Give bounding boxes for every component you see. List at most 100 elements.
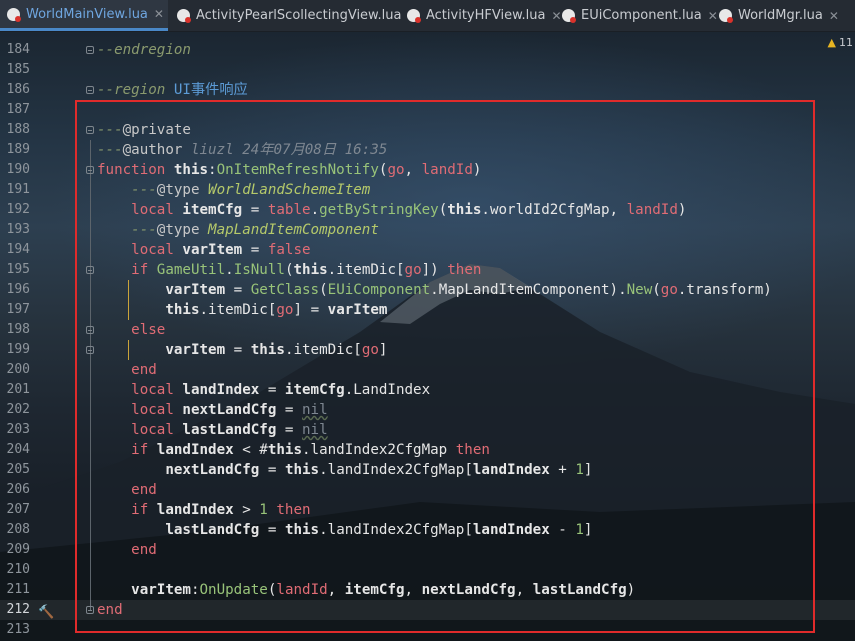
line-number: 188 [6, 122, 30, 137]
fold-toggle-icon[interactable] [86, 46, 94, 54]
code-text: local itemCfg = table.getByStringKey(thi… [97, 200, 686, 220]
line-number: 199 [6, 342, 30, 357]
code-token: this [447, 202, 482, 218]
code-token: varItem [165, 342, 226, 358]
code-token: then [447, 262, 482, 278]
code-line[interactable]: 200 end [0, 360, 855, 380]
code-token: EUiComponent [327, 282, 431, 298]
code-line[interactable]: 193 ---@type MapLandItemComponent [0, 220, 855, 240]
inspection-widget[interactable]: ▲ 11 [828, 36, 853, 49]
fold-toggle-icon[interactable] [86, 266, 94, 274]
code-line[interactable]: 188 ---@private [0, 120, 855, 140]
code-token: lastLandCfg [182, 422, 277, 438]
line-number: 209 [6, 542, 30, 557]
line-number: 210 [6, 562, 30, 577]
fold-toggle-icon[interactable] [86, 86, 94, 94]
code-text: --endregion [97, 40, 191, 60]
code-line[interactable]: 202 local nextLandCfg = nil [0, 400, 855, 420]
code-token: ] [378, 342, 388, 358]
code-text: if landIndex < #this.landIndex2CfgMap th… [97, 440, 490, 460]
code-token: - [549, 522, 576, 538]
line-number: 203 [6, 422, 30, 437]
code-text: end [97, 480, 157, 500]
code-token: nextLandCfg [182, 402, 277, 418]
line-number: 192 [6, 202, 30, 217]
code-line[interactable]: 190 function this:OnItemRefreshNotify(go,… [0, 160, 855, 180]
code-text: varItem = this.itemDic[go] [97, 340, 387, 360]
code-text: local lastLandCfg = nil [97, 420, 327, 440]
code-line[interactable]: 205 nextLandCfg = this.landIndex2CfgMap[… [0, 460, 855, 480]
code-line[interactable]: 185 [0, 60, 855, 80]
code-token: itemCfg [284, 382, 345, 398]
code-token: this [293, 262, 328, 278]
code-line[interactable]: 209 end [0, 540, 855, 560]
code-token: , [404, 162, 422, 178]
code-token: IsNull [233, 262, 285, 278]
code-line[interactable]: 192 local itemCfg = table.getByStringKey… [0, 200, 855, 220]
fold-toggle-icon[interactable] [86, 126, 94, 134]
code-token: @private [122, 122, 191, 138]
code-line[interactable]: 211 varItem:OnUpdate(landId, itemCfg, ne… [0, 580, 855, 600]
code-line[interactable]: 210 [0, 560, 855, 580]
code-token: ) [626, 582, 636, 598]
code-token: = [259, 382, 285, 398]
code-line[interactable]: 184 --endregion [0, 40, 855, 60]
code-line[interactable]: 203 local lastLandCfg = nil [0, 420, 855, 440]
fold-toggle-icon[interactable] [86, 346, 94, 354]
code-token: .landIndex2CfgMap [302, 442, 456, 458]
code-line[interactable]: 191 ---@type WorldLandSchemeItem [0, 180, 855, 200]
code-text: if GameUtil.IsNull(this.itemDic[go]) the… [97, 260, 481, 280]
code-line[interactable]: 198 else [0, 320, 855, 340]
code-line[interactable]: 189 ---@author liuzl 24年07月08日 16:35 [0, 140, 855, 160]
code-text: lastLandCfg = this.landIndex2CfgMap[land… [97, 520, 592, 540]
code-token: GameUtil [156, 262, 226, 278]
tab-euicomponent[interactable]: EUiComponent.lua ✕ [555, 0, 718, 31]
fold-toggle-icon[interactable] [86, 166, 94, 174]
tab-worldmainview[interactable]: WorldMainView.lua ✕ [0, 0, 168, 31]
code-token: go [660, 282, 678, 298]
tab-label: WorldMgr.lua [738, 8, 823, 23]
code-line[interactable]: 206 end [0, 480, 855, 500]
code-token: = [225, 282, 251, 298]
code-line[interactable]: 212 🔨 end [0, 600, 855, 620]
code-token: .landIndex2CfgMap[ [319, 462, 473, 478]
close-icon[interactable]: ✕ [829, 9, 839, 23]
code-token: lastLandCfg [532, 582, 627, 598]
fold-toggle-icon[interactable] [86, 606, 94, 614]
code-token: = [242, 202, 268, 218]
code-line[interactable]: 207 if landIndex > 1 then [0, 500, 855, 520]
fold-toggle-icon[interactable] [86, 326, 94, 334]
code-line[interactable]: 194 local varItem = false [0, 240, 855, 260]
lua-file-icon [7, 7, 21, 22]
code-token: .worldId2CfgMap, [481, 202, 627, 218]
code-line[interactable]: 204 if landIndex < #this.landIndex2CfgMa… [0, 440, 855, 460]
code-token: New [626, 282, 653, 298]
tab-activitypearlscollectingview[interactable]: ActivityPearlScollectingView.lua✕ [170, 0, 418, 31]
code-text: ---@author liuzl 24年07月08日 16:35 [97, 140, 387, 160]
tab-worldmgr[interactable]: WorldMgr.lua ✕ [712, 0, 855, 31]
code-token: varItem [131, 582, 191, 598]
lua-file-icon [407, 9, 421, 23]
code-token: landId [421, 162, 473, 178]
code-token: --- [97, 122, 123, 138]
lua-file-icon [562, 9, 576, 23]
code-line[interactable]: 195 if GameUtil.IsNull(this.itemDic[go])… [0, 260, 855, 280]
tab-activityhfview[interactable]: ActivityHFView.lua ✕ [400, 0, 562, 31]
code-text: ---@private [97, 120, 191, 140]
close-icon[interactable]: ✕ [154, 7, 164, 21]
line-number: 211 [6, 582, 30, 597]
code-line[interactable]: 186 --region UI事件响应 [0, 80, 855, 100]
code-line[interactable]: 208 lastLandCfg = this.landIndex2CfgMap[… [0, 520, 855, 540]
code-token: ) [677, 202, 687, 218]
code-line[interactable]: 213 [0, 620, 855, 640]
code-line[interactable]: 201 local landIndex = itemCfg.LandIndex [0, 380, 855, 400]
code-token: itemCfg [182, 202, 243, 218]
code-token: < # [233, 442, 268, 458]
code-token: go [404, 262, 422, 278]
code-line[interactable]: 187 [0, 100, 855, 120]
